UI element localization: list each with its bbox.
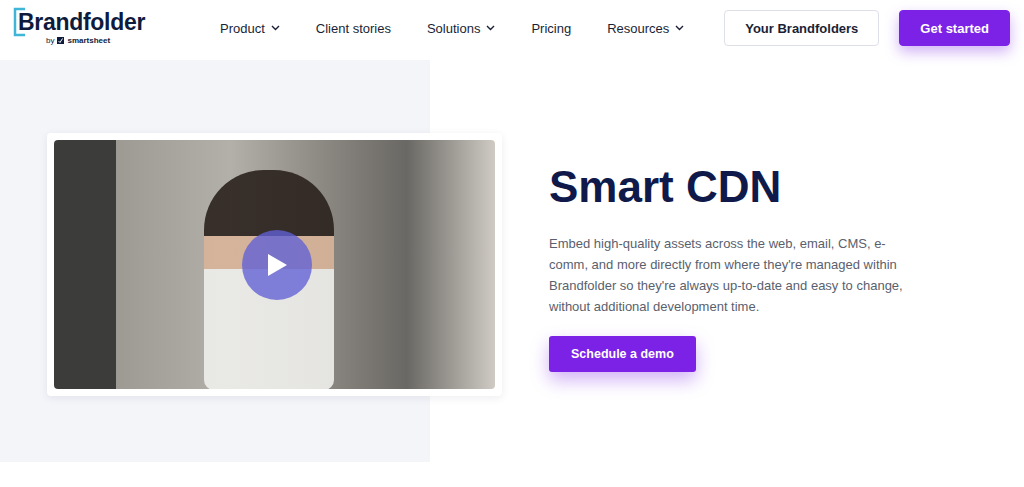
- play-button[interactable]: [242, 230, 312, 300]
- nav-item[interactable]: Product: [220, 21, 280, 36]
- chevron-down-icon: [271, 25, 280, 31]
- nav-label: Resources: [607, 21, 669, 36]
- nav-label: Solutions: [427, 21, 480, 36]
- get-started-button[interactable]: Get started: [899, 10, 1010, 46]
- nav-item[interactable]: Resources: [607, 21, 684, 36]
- schedule-demo-button[interactable]: Schedule a demo: [549, 336, 696, 372]
- nav-label: Product: [220, 21, 265, 36]
- nav-label: Client stories: [316, 21, 391, 36]
- byline-text: by: [46, 36, 54, 45]
- main-menu: Product Client stories Solutions Pricing Res…: [220, 21, 684, 36]
- nav-item[interactable]: Pricing: [531, 21, 571, 36]
- nav-item[interactable]: Solutions: [427, 21, 495, 36]
- hero-description: Embed high-quality assets across the web…: [549, 233, 919, 317]
- logo-wordmark: Brandfolder: [16, 11, 166, 34]
- hero-title: Smart CDN: [549, 163, 919, 211]
- parent-brand: smartsheet: [67, 36, 110, 45]
- video-card: [47, 133, 502, 396]
- your-brandfolders-button[interactable]: Your Brandfolders: [724, 10, 879, 46]
- nav-item[interactable]: Client stories: [316, 21, 391, 36]
- logo-byline: by smartsheet: [16, 36, 166, 45]
- chevron-down-icon: [486, 25, 495, 31]
- hero-copy: Smart CDN Embed high-quality assets acros…: [549, 163, 919, 462]
- play-icon: [265, 252, 289, 278]
- video-player[interactable]: [54, 140, 495, 389]
- hero-section: Smart CDN Embed high-quality assets acros…: [0, 60, 1024, 462]
- logo-bracket-icon: [13, 7, 27, 37]
- nav-label: Pricing: [531, 21, 571, 36]
- brandfolder-logo[interactable]: Brandfolder by smartsheet: [16, 11, 166, 45]
- chevron-down-icon: [675, 25, 684, 31]
- logo-name: Brandfolder: [16, 11, 145, 34]
- smartsheet-icon: [57, 37, 64, 44]
- top-navigation: Brandfolder by smartsheet Product Client sto…: [0, 0, 1024, 56]
